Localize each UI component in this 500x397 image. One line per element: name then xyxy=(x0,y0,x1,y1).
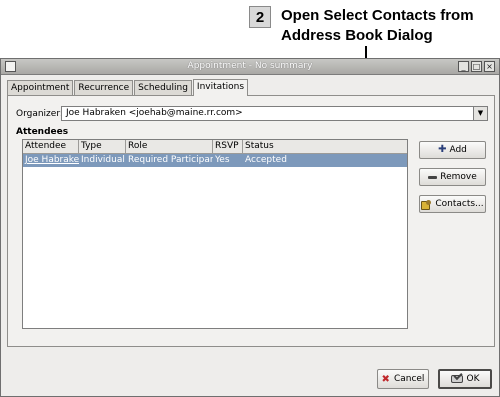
column-header-type[interactable]: Type xyxy=(79,140,126,153)
invitations-panel: Organizer: Joe Habraken <joehab@maine.rr… xyxy=(7,95,495,347)
remove-button-label: Remove xyxy=(440,172,477,182)
minimize-button[interactable]: _ xyxy=(458,61,469,72)
contacts-button-label: Contacts... xyxy=(435,199,484,209)
organizer-label: Organizer: xyxy=(16,109,63,119)
cancel-x-icon: ✖ xyxy=(381,373,390,385)
attendee-name-cell[interactable]: Joe Habraken xyxy=(23,154,79,167)
organizer-input[interactable]: Joe Habraken <joehab@maine.rr.com> xyxy=(61,106,474,121)
table-row[interactable]: Joe Habraken Individual Required Partici… xyxy=(23,154,407,167)
contacts-button[interactable]: Contacts... xyxy=(419,195,486,213)
minus-icon xyxy=(428,175,438,179)
attendee-type-cell: Individual xyxy=(81,155,125,165)
callout-line-2: Address Book Dialog xyxy=(281,27,433,44)
cancel-button-label: Cancel xyxy=(393,374,425,384)
attendees-label: Attendees xyxy=(16,127,69,137)
window-title: Appointment - No summary xyxy=(187,61,313,71)
attendee-status-cell: Accepted xyxy=(245,155,287,165)
dialog-button-bar: ✖ Cancel OK xyxy=(1,351,499,395)
tab-scheduling[interactable]: Scheduling xyxy=(134,80,192,96)
callout-step-number: 2 xyxy=(249,6,271,28)
callout-line-1: Open Select Contacts from xyxy=(281,7,474,24)
column-header-rsvp[interactable]: RSVP xyxy=(213,140,243,153)
chevron-down-icon: ▼ xyxy=(477,109,484,117)
add-attendee-button[interactable]: ✚ Add xyxy=(419,141,486,159)
ok-button-label: OK xyxy=(466,374,480,384)
close-window-button[interactable]: × xyxy=(484,61,495,72)
ok-check-icon xyxy=(450,375,463,383)
table-header: Attendee Type Role RSVP Status xyxy=(23,140,407,154)
cancel-button[interactable]: ✖ Cancel xyxy=(377,369,429,389)
column-header-role[interactable]: Role xyxy=(126,140,213,153)
attendees-table[interactable]: Attendee Type Role RSVP Status Joe Habra… xyxy=(22,139,408,329)
ok-button[interactable]: OK xyxy=(438,369,492,389)
address-book-icon xyxy=(421,199,432,210)
appointment-dialog: Appointment - No summary _ □ × Appointme… xyxy=(0,58,500,397)
attendee-role-cell: Required Participant xyxy=(128,155,213,165)
organizer-dropdown-button[interactable]: ▼ xyxy=(474,106,488,121)
column-header-attendee[interactable]: Attendee xyxy=(23,140,79,153)
tab-bar: Appointment Recurrence Scheduling Invita… xyxy=(7,79,249,96)
callout-text: Open Select Contacts from Address Book D… xyxy=(281,6,491,46)
remove-attendee-button[interactable]: Remove xyxy=(419,168,486,186)
plus-icon: ✚ xyxy=(438,144,447,155)
attendee-rsvp-cell: Yes xyxy=(215,155,230,165)
column-header-status[interactable]: Status xyxy=(243,140,407,153)
tab-invitations[interactable]: Invitations xyxy=(192,79,249,96)
title-bar[interactable]: Appointment - No summary _ □ × xyxy=(1,59,499,75)
maximize-button[interactable]: □ xyxy=(471,61,482,72)
tab-appointment[interactable]: Appointment xyxy=(7,80,74,96)
tab-recurrence[interactable]: Recurrence xyxy=(74,80,134,96)
add-button-label: Add xyxy=(449,145,467,155)
